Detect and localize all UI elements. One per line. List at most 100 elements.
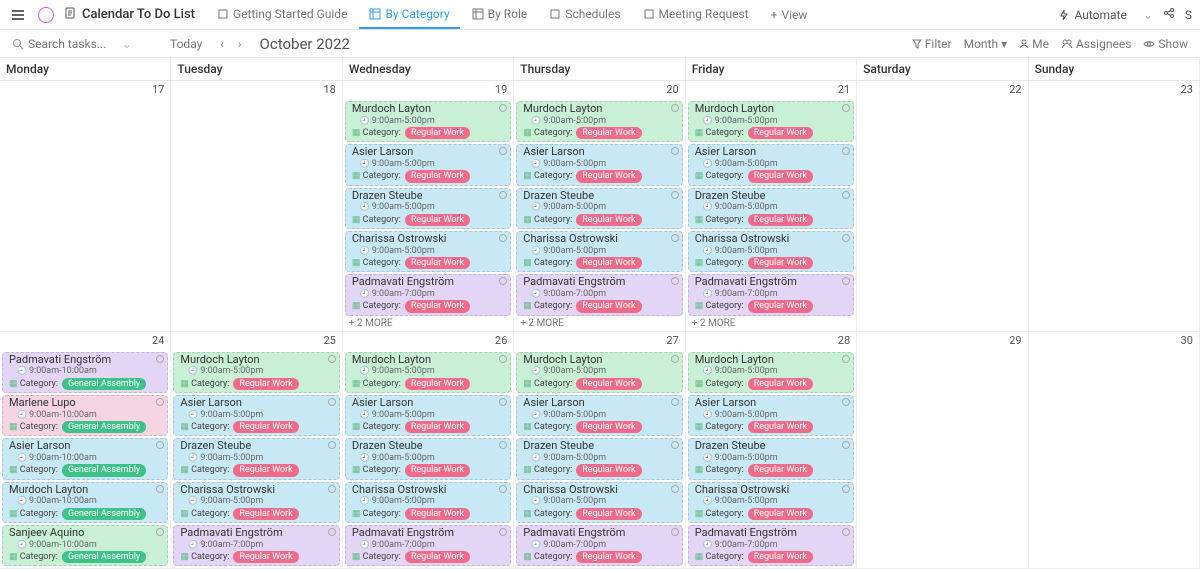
event-time: 9:00am-5:00pm — [188, 453, 334, 463]
calendar-event[interactable]: Asier Larson 9:00am-5:00pm Category: Reg… — [516, 395, 682, 436]
assignees-button[interactable]: Assignees — [1061, 37, 1131, 51]
calendar-event[interactable]: Padmavati Engström 9:00am-7:00pm Categor… — [516, 525, 682, 566]
calendar-event[interactable]: Padmavati Engström 9:00am-7:00pm Categor… — [688, 525, 854, 566]
tab-getting-started[interactable]: Getting Started Guide — [207, 0, 357, 29]
today-button[interactable]: Today — [170, 37, 202, 51]
calendar-event[interactable]: Murdoch Layton 9:00am-5:00pm Category: R… — [345, 101, 511, 142]
calendar-event[interactable]: Asier Larson 9:00am-5:00pm Category: Reg… — [516, 144, 682, 185]
calendar-cell[interactable]: 28 Murdoch Layton 9:00am-5:00pm Category… — [686, 332, 857, 569]
event-category-pill: Regular Work — [405, 127, 470, 139]
day-header: Sunday — [1029, 58, 1200, 80]
calendar-event[interactable]: Charissa Ostrowski 9:00am-5:00pm Categor… — [516, 231, 682, 272]
automate-chevron-icon[interactable]: ⌄ — [1143, 8, 1153, 22]
filter-button[interactable]: Filter — [912, 37, 952, 51]
me-toggle[interactable]: Me — [1019, 37, 1049, 51]
calendar-event[interactable]: Drazen Steube 9:00am-5:00pm Category: Re… — [688, 438, 854, 479]
search-input[interactable] — [28, 37, 118, 51]
event-category-label: Category: — [352, 215, 401, 225]
calendar-event[interactable]: Murdoch Layton 9:00am-5:00pm Category: R… — [345, 352, 511, 393]
calendar-event[interactable]: Drazen Steube 9:00am-5:00pm Category: Re… — [345, 188, 511, 229]
calendar-cell[interactable]: 23 — [1029, 81, 1200, 332]
view-mode-select[interactable]: Month▾ — [964, 37, 1008, 51]
calendar-event[interactable]: Charissa Ostrowski 9:00am-5:00pm Categor… — [688, 482, 854, 523]
calendar-event[interactable]: Murdoch Layton 9:00am-5:00pm Category: R… — [516, 101, 682, 142]
calendar-event[interactable]: Drazen Steube 9:00am-5:00pm Category: Re… — [173, 438, 339, 479]
calendar-event[interactable]: Asier Larson 9:00am-5:00pm Category: Reg… — [345, 144, 511, 185]
calendar-event[interactable]: Asier Larson 9:00am-10:00am Category: Ge… — [2, 438, 168, 479]
more-events-link[interactable]: + 2 MORE — [692, 318, 854, 329]
calendar-event[interactable]: Murdoch Layton 9:00am-5:00pm Category: R… — [688, 352, 854, 393]
event-category-pill: Regular Work — [748, 551, 813, 563]
next-icon[interactable]: › — [234, 35, 246, 53]
calendar-event[interactable]: Charissa Ostrowski 9:00am-5:00pm Categor… — [173, 482, 339, 523]
tab-by-category[interactable]: By Category — [359, 0, 459, 29]
calendar-event[interactable]: Drazen Steube 9:00am-5:00pm Category: Re… — [516, 188, 682, 229]
calendar-event[interactable]: Murdoch Layton 9:00am-5:00pm Category: R… — [516, 352, 682, 393]
calendar-event[interactable]: Padmavati Engström 9:00am-10:00am Catego… — [2, 352, 168, 393]
event-time: 9:00am-5:00pm — [360, 202, 506, 212]
calendar-cell[interactable]: 22 — [857, 81, 1028, 332]
automate-button[interactable]: Automate — [1052, 4, 1132, 26]
date-number: 30 — [1181, 334, 1193, 347]
view-tabs: Getting Started Guide By Category By Rol… — [207, 0, 817, 29]
calendar-cell[interactable]: 30 — [1029, 332, 1200, 569]
event-category-pill: Regular Work — [233, 378, 298, 390]
calendar-event[interactable]: Asier Larson 9:00am-5:00pm Category: Reg… — [688, 395, 854, 436]
calendar-event[interactable]: Charissa Ostrowski 9:00am-5:00pm Categor… — [688, 231, 854, 272]
date-number: 19 — [495, 83, 507, 96]
tab-meeting-request[interactable]: Meeting Request — [633, 0, 759, 29]
show-button[interactable]: Show — [1143, 37, 1188, 51]
event-category-pill: Regular Work — [576, 378, 641, 390]
calendar-event[interactable]: Charissa Ostrowski 9:00am-5:00pm Categor… — [345, 231, 511, 272]
prev-icon[interactable]: ‹ — [216, 35, 228, 53]
calendar-event[interactable]: Padmavati Engström 9:00am-7:00pm Categor… — [173, 525, 339, 566]
calendar-cell[interactable]: 20 Murdoch Layton 9:00am-5:00pm Category… — [514, 81, 685, 332]
calendar-cell[interactable]: 21 Murdoch Layton 9:00am-5:00pm Category… — [686, 81, 857, 332]
calendar-cell[interactable]: 24 Padmavati Engström 9:00am-10:00am Cat… — [0, 332, 171, 569]
calendar-event[interactable]: Drazen Steube 9:00am-5:00pm Category: Re… — [516, 438, 682, 479]
menu-icon[interactable] — [8, 5, 28, 25]
calendar-event[interactable]: Asier Larson 9:00am-5:00pm Category: Reg… — [173, 395, 339, 436]
workspace-logo[interactable] — [38, 7, 54, 23]
calendar-cell[interactable]: 19 Murdoch Layton 9:00am-5:00pm Category… — [343, 81, 514, 332]
event-name: Asier Larson — [695, 397, 849, 410]
event-category-pill: Regular Work — [405, 464, 470, 476]
calendar-event[interactable]: Murdoch Layton 9:00am-10:00am Category: … — [2, 482, 168, 523]
calendar-event[interactable]: Asier Larson 9:00am-5:00pm Category: Reg… — [688, 144, 854, 185]
calendar-event[interactable]: Charissa Ostrowski 9:00am-5:00pm Categor… — [345, 482, 511, 523]
event-category-label: Category: — [695, 552, 744, 562]
calendar-event[interactable]: Padmavati Engström 9:00am-7:00pm Categor… — [345, 274, 511, 315]
event-category-label: Category: — [9, 552, 58, 562]
calendar-cell[interactable]: 27 Murdoch Layton 9:00am-5:00pm Category… — [514, 332, 685, 569]
event-time: 9:00am-5:00pm — [703, 366, 849, 376]
calendar-event[interactable]: Padmavati Engström 9:00am-7:00pm Categor… — [345, 525, 511, 566]
calendar-event[interactable]: Drazen Steube 9:00am-5:00pm Category: Re… — [345, 438, 511, 479]
calendar-event[interactable]: Padmavati Engström 9:00am-7:00pm Categor… — [688, 274, 854, 315]
calendar-cell[interactable]: 17 — [0, 81, 171, 332]
calendar-event[interactable]: Asier Larson 9:00am-5:00pm Category: Reg… — [345, 395, 511, 436]
calendar-event[interactable]: Charissa Ostrowski 9:00am-5:00pm Categor… — [516, 482, 682, 523]
more-events-link[interactable]: + 2 MORE — [349, 318, 511, 329]
calendar-event[interactable]: Murdoch Layton 9:00am-5:00pm Category: R… — [173, 352, 339, 393]
calendar-event[interactable]: Murdoch Layton 9:00am-5:00pm Category: R… — [688, 101, 854, 142]
event-name: Asier Larson — [523, 146, 677, 159]
calendar-cell[interactable]: 29 — [857, 332, 1028, 569]
tab-schedules[interactable]: Schedules — [539, 0, 630, 29]
tab-by-role[interactable]: By Role — [462, 0, 538, 29]
calendar-cell[interactable]: 18 — [171, 81, 342, 332]
share-icon[interactable] — [1163, 7, 1175, 22]
nav-arrows: ‹ › — [216, 35, 245, 53]
right-tools: Automate ⌄ S — [1052, 4, 1192, 26]
calendar-event[interactable]: Padmavati Engström 9:00am-7:00pm Categor… — [516, 274, 682, 315]
more-events-link[interactable]: + 2 MORE — [520, 318, 682, 329]
calendar-event[interactable]: Drazen Steube 9:00am-5:00pm Category: Re… — [688, 188, 854, 229]
date-number: 17 — [152, 83, 164, 96]
calendar-cell[interactable]: 26 Murdoch Layton 9:00am-5:00pm Category… — [343, 332, 514, 569]
calendar-event[interactable]: Sanjeev Aquino 9:00am-10:00am Category: … — [2, 525, 168, 566]
add-view-button[interactable]: +View — [761, 8, 818, 22]
calendar-event[interactable]: Marlene Lupo 9:00am-10:00am Category: Ge… — [2, 395, 168, 436]
calendar-cell[interactable]: 25 Murdoch Layton 9:00am-5:00pm Category… — [171, 332, 342, 569]
search-dropdown-icon[interactable]: ⌄ — [122, 37, 132, 51]
event-time: 9:00am-10:00am — [17, 540, 163, 550]
event-category-pill: Regular Work — [576, 551, 641, 563]
